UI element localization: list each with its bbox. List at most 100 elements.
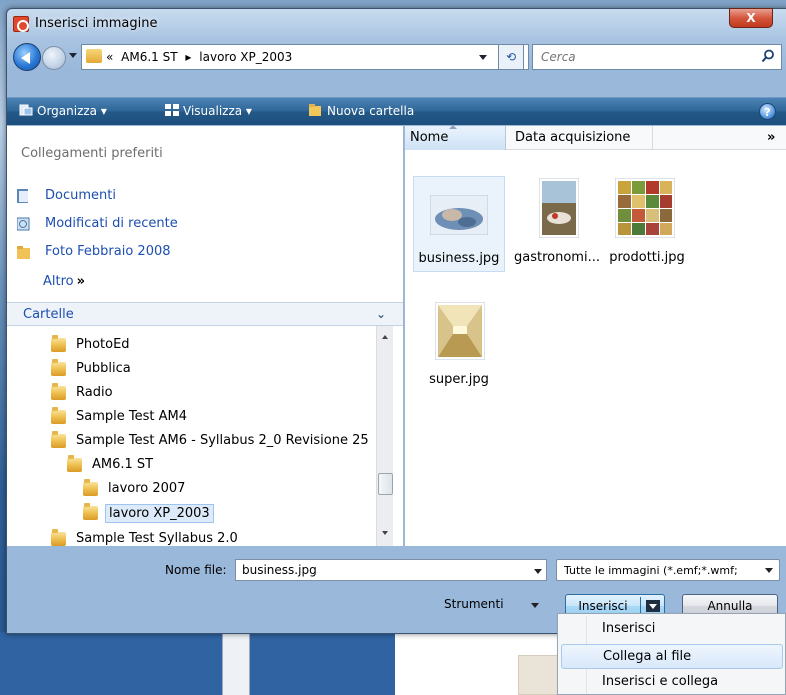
file-item-gastronomia[interactable]: gastronomi... <box>513 176 605 272</box>
scrollbar-thumb[interactable] <box>378 473 393 495</box>
breadcrumb-separator[interactable]: ▸ <box>185 50 191 64</box>
insert-image-dialog: Inserisci immagine X « AM6.1 ST ▸ lavoro… <box>6 8 786 634</box>
tools-dropdown-arrow[interactable] <box>531 603 539 608</box>
view-label: Visualizza <box>183 104 243 118</box>
refresh-button[interactable]: ⟲ <box>498 44 524 70</box>
view-menu[interactable]: Visualizza ▾ <box>165 104 252 118</box>
folder-icon <box>51 359 66 376</box>
column-header: Nome Data acquisizione » <box>405 125 786 150</box>
search-input[interactable] <box>541 50 741 64</box>
menu-item-label: Inserisci <box>602 621 656 636</box>
breadcrumb-overflow[interactable]: « <box>106 50 113 64</box>
favorites-header: Collegamenti preferiti <box>21 146 163 161</box>
file-name: super.jpg <box>429 372 489 387</box>
tree-item-label: Sample Test AM4 <box>76 409 187 424</box>
navigation-pane: Collegamenti preferiti Documenti Modific… <box>7 126 404 546</box>
column-name[interactable]: Nome <box>405 125 506 150</box>
tree-item-label: lavoro XP_2003 <box>105 504 214 523</box>
app-icon <box>13 16 29 32</box>
tools-menu[interactable]: Strumenti <box>444 597 504 611</box>
folder-icon <box>83 479 98 496</box>
more-columns-chevron-icon[interactable]: » <box>767 130 775 145</box>
file-name: business.jpg <box>418 251 500 266</box>
file-item-business[interactable]: business.jpg <box>413 176 505 272</box>
vertical-ruler <box>222 632 250 695</box>
address-dropdown-arrow[interactable] <box>479 55 487 60</box>
filetype-dropdown-arrow[interactable] <box>765 568 773 573</box>
folder-icon <box>51 407 66 424</box>
tree-item-label: Pubblica <box>76 361 131 376</box>
scroll-up-icon[interactable] <box>382 335 388 339</box>
folders-header-bar[interactable]: Cartelle ⌄ <box>7 302 403 326</box>
file-item-prodotti[interactable]: prodotti.jpg <box>601 176 693 272</box>
tree-item-label: Radio <box>76 385 113 400</box>
super-thumbnail <box>435 302 485 360</box>
view-icon <box>165 104 179 116</box>
insert-options-dropdown-icon[interactable] <box>646 600 660 612</box>
tree-item-label: lavoro 2007 <box>108 481 186 496</box>
file-list-pane: Nome Data acquisizione » business.jpg ga… <box>405 125 786 546</box>
menu-item-collega-al-file[interactable]: Collega al file <box>561 644 783 669</box>
more-favorites-link[interactable]: Altro» <box>43 274 85 289</box>
organize-menu[interactable]: Organizza ▾ <box>19 104 107 118</box>
filetype-select[interactable]: Tutte le immagini (*.emf;*.wmf; <box>556 559 780 581</box>
filename-input[interactable] <box>242 563 522 577</box>
folder-icon <box>51 335 66 352</box>
filetype-value: Tutte le immagini (*.emf;*.wmf; <box>564 564 738 577</box>
breadcrumb-am61st[interactable]: AM6.1 ST <box>121 50 177 64</box>
folder-tree-scrollbar[interactable] <box>376 326 393 546</box>
file-name: prodotti.jpg <box>609 250 685 265</box>
new-folder-button[interactable]: Nuova cartella <box>309 104 414 118</box>
folder-icon <box>86 49 102 63</box>
more-chevron-icon: » <box>76 274 86 289</box>
folder-icon <box>51 529 66 546</box>
organize-label: Organizza <box>37 104 98 118</box>
breadcrumb: « AM6.1 ST ▸ lavoro XP_2003 <box>106 50 296 64</box>
tree-item-label: AM6.1 ST <box>92 457 154 472</box>
folder-icon <box>51 431 66 448</box>
column-name-label: Nome <box>410 130 449 145</box>
favorite-label: Modificati di recente <box>45 216 178 231</box>
folder-tree: PhotoEd Pubblica Radio Sample Test AM4 S… <box>7 326 377 546</box>
folder-icon <box>17 246 30 259</box>
folder-icon <box>67 455 82 472</box>
address-bar[interactable]: « AM6.1 ST ▸ lavoro XP_2003 <box>81 44 529 70</box>
column-separator <box>652 126 653 150</box>
menu-item-inserisci[interactable]: Inserisci <box>561 617 783 642</box>
help-icon[interactable]: ? <box>759 103 776 120</box>
new-folder-icon <box>309 104 321 116</box>
menu-item-label: Collega al file <box>603 649 692 664</box>
prodotti-thumbnail <box>615 178 675 238</box>
column-date-label[interactable]: Data acquisizione <box>515 130 630 145</box>
new-folder-label: Nuova cartella <box>327 104 415 118</box>
address-row: « AM6.1 ST ▸ lavoro XP_2003 ⟲ <box>7 39 786 73</box>
search-box[interactable] <box>532 44 782 70</box>
document-image <box>518 655 558 695</box>
tree-item-label: Sample Test AM6 - Syllabus 2_0 Revisione… <box>76 433 369 448</box>
chevron-down-icon[interactable]: ⌄ <box>376 307 386 321</box>
dialog-title: Inserisci immagine <box>35 16 158 31</box>
title-bar: Inserisci immagine X <box>7 8 786 39</box>
scroll-down-icon[interactable] <box>382 531 388 535</box>
filename-dropdown-arrow[interactable] <box>534 569 542 574</box>
organize-icon <box>19 104 33 116</box>
breadcrumb-lavoro-xp[interactable]: lavoro XP_2003 <box>199 50 292 64</box>
more-label: Altro <box>43 274 74 289</box>
search-icon[interactable] <box>761 49 775 63</box>
business-thumbnail <box>430 195 488 235</box>
back-button[interactable] <box>13 43 41 71</box>
command-toolbar: Organizza ▾ Visualizza ▾ Nuova cartella … <box>7 97 786 125</box>
folders-header: Cartelle <box>23 307 74 322</box>
recent-icon <box>17 217 30 231</box>
documents-icon <box>17 189 28 203</box>
filename-label: Nome file: <box>165 563 227 577</box>
menu-item-label: Inserisci e collega <box>602 674 719 689</box>
filename-combo[interactable] <box>235 559 547 581</box>
file-item-super[interactable]: super.jpg <box>413 298 505 394</box>
recent-pages-dropdown[interactable] <box>69 53 77 58</box>
favorite-label: Documenti <box>45 188 116 203</box>
menu-item-inserisci-e-collega[interactable]: Inserisci e collega <box>561 670 783 695</box>
forward-button[interactable] <box>42 46 66 70</box>
file-name: gastronomi... <box>514 250 600 265</box>
close-button[interactable]: X <box>729 8 773 28</box>
